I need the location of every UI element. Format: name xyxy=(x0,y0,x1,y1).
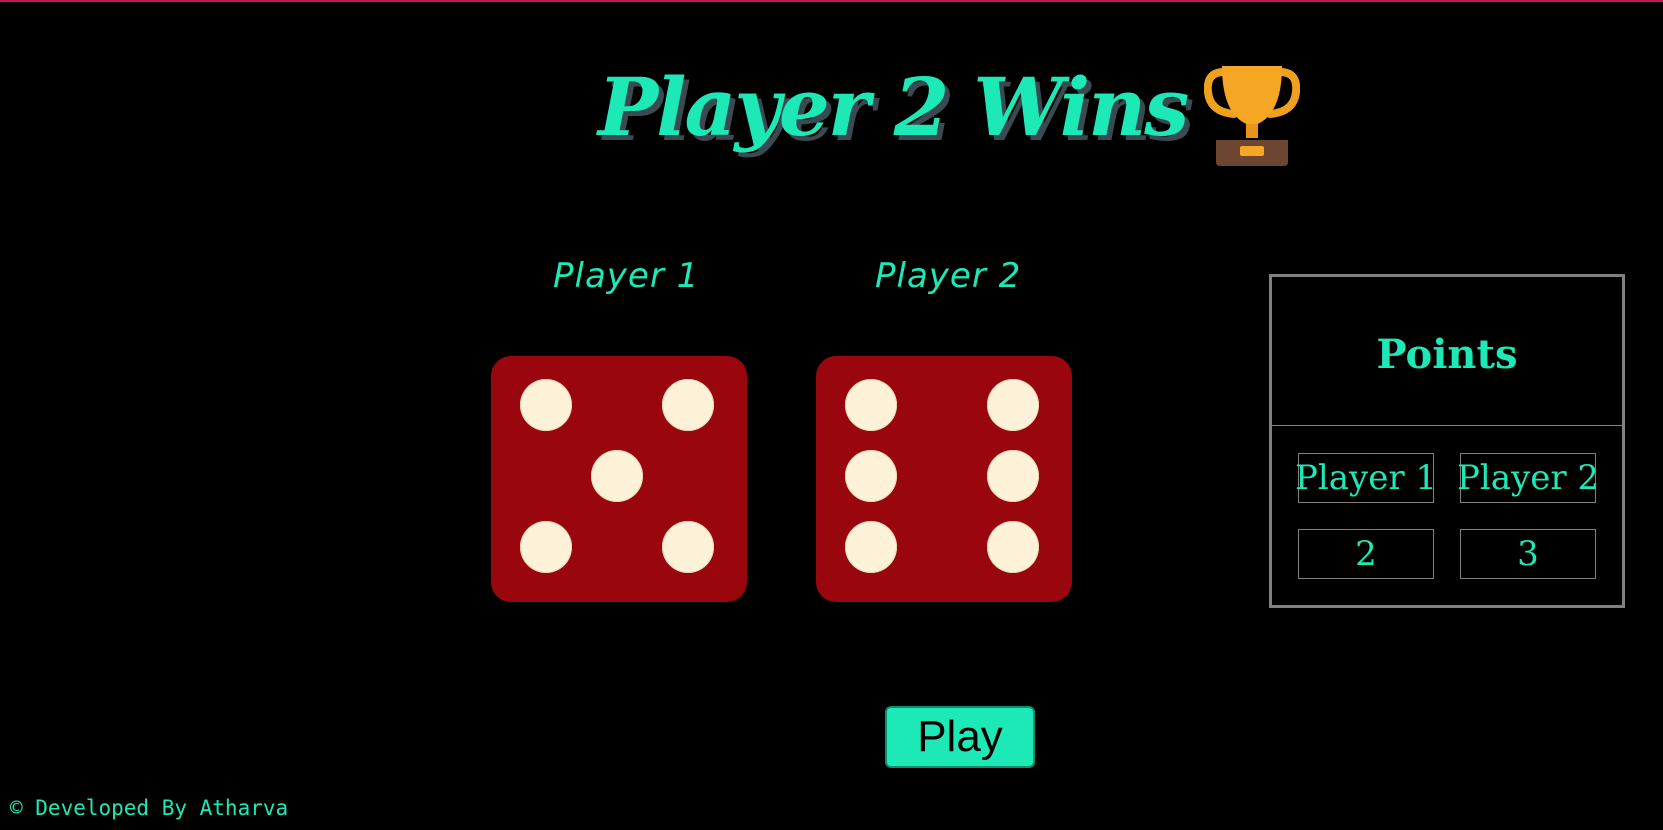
die-pip xyxy=(845,521,897,573)
die-pip xyxy=(987,379,1039,431)
points-header-player-1: Player 1 xyxy=(1295,453,1437,503)
points-score-player-1: 2 xyxy=(1298,529,1434,579)
player-2-die xyxy=(816,356,1072,602)
die-pip xyxy=(662,521,714,573)
player-1-die xyxy=(491,356,747,602)
result-title: Player 2 Wins xyxy=(598,60,1189,154)
points-table: Points Player 1 Player 2 2 3 xyxy=(1269,274,1625,608)
trophy-icon xyxy=(1204,66,1300,166)
points-header-player-2: Player 2 xyxy=(1457,453,1599,503)
die-pip xyxy=(845,379,897,431)
footer-credit: © Developed By Atharva xyxy=(10,796,289,820)
die-pip xyxy=(591,450,643,502)
die-pip xyxy=(662,379,714,431)
points-score-player-2: 3 xyxy=(1460,529,1596,579)
player-1-label: Player 1 xyxy=(553,256,700,296)
points-header: Points xyxy=(1272,277,1622,426)
die-pip xyxy=(845,450,897,502)
die-pip xyxy=(520,521,572,573)
die-pip xyxy=(987,450,1039,502)
play-button[interactable]: Play xyxy=(885,706,1035,768)
die-pip xyxy=(987,521,1039,573)
points-title: Points xyxy=(1376,330,1518,378)
die-pip xyxy=(520,379,572,431)
player-2-label: Player 2 xyxy=(875,256,1022,296)
